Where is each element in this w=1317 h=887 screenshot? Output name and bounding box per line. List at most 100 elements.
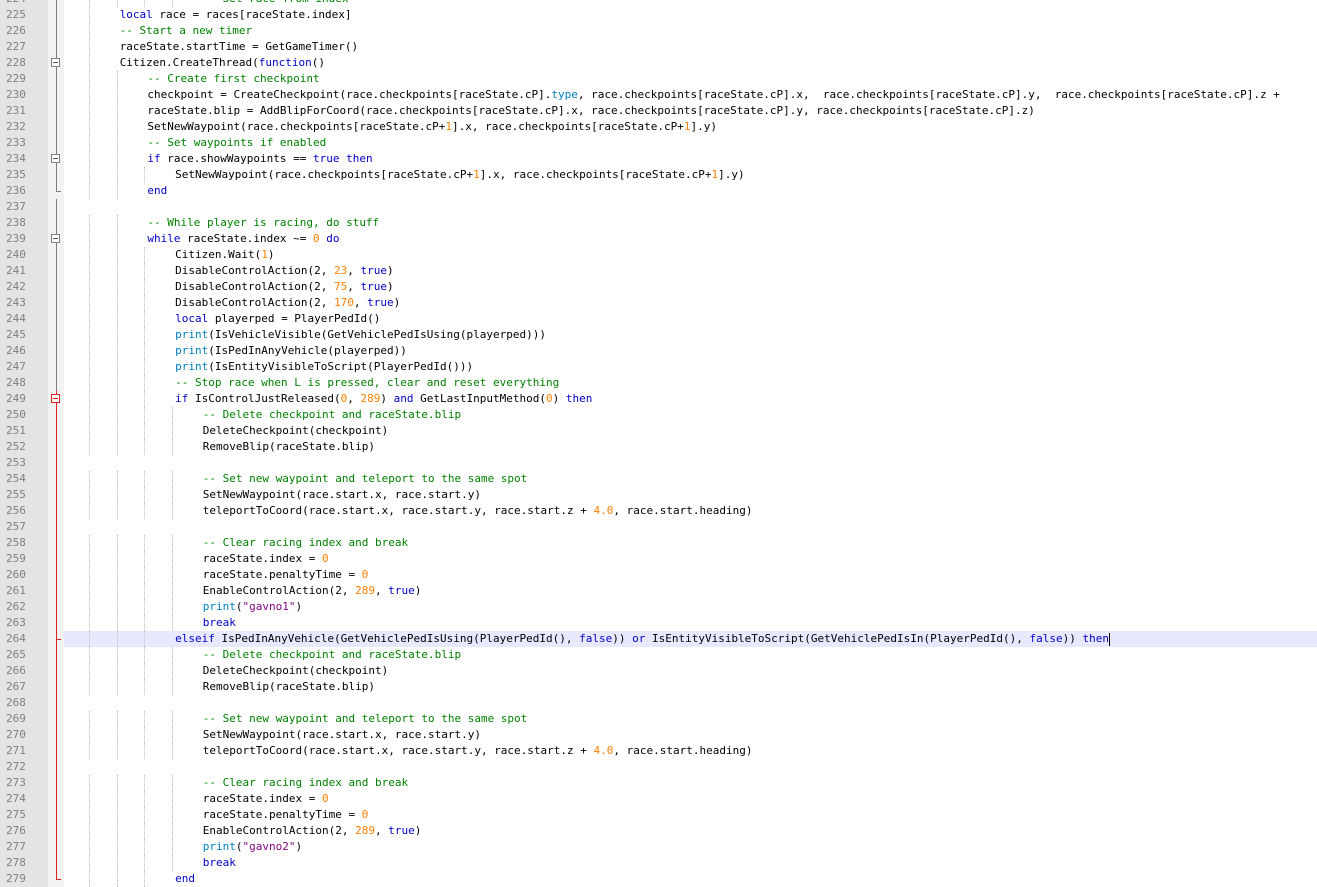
code-text[interactable]: break xyxy=(203,615,236,631)
code-text[interactable]: -- Stop race when L is pressed, clear an… xyxy=(175,375,559,391)
code-text[interactable]: -- Set new waypoint and teleport to the … xyxy=(203,471,528,487)
code-line[interactable]: 271 teleportToCoord(race.start.x, race.st… xyxy=(0,743,1317,759)
code-line[interactable]: 270 SetNewWaypoint(race.start.x, race.sta… xyxy=(0,727,1317,743)
code-area[interactable]: teleportToCoord(race.start.x, race.start… xyxy=(64,743,1317,759)
code-line[interactable]: 277 print("gavno2") xyxy=(0,839,1317,855)
code-area[interactable]: elseif IsPedInAnyVehicle(GetVehiclePedIs… xyxy=(64,631,1317,647)
code-area[interactable] xyxy=(64,199,1317,215)
code-line[interactable]: 240 Citizen.Wait(1) xyxy=(0,247,1317,263)
code-line[interactable]: 263 break xyxy=(0,615,1317,631)
code-text[interactable]: local playerped = PlayerPedId() xyxy=(175,311,380,327)
code-line[interactable]: 230 checkpoint = CreateCheckpoint(race.ch… xyxy=(0,87,1317,103)
code-text[interactable]: -- Set race from index xyxy=(203,0,349,7)
code-line[interactable]: 265 -- Delete checkpoint and raceState.bl… xyxy=(0,647,1317,663)
code-text[interactable]: RemoveBlip(raceState.blip) xyxy=(203,439,375,455)
code-line[interactable]: 231 raceState.blip = AddBlipForCoord(race… xyxy=(0,103,1317,119)
fold-marker[interactable] xyxy=(50,391,64,407)
fold-marker[interactable] xyxy=(50,151,64,167)
code-line[interactable]: 268 xyxy=(0,695,1317,711)
code-line[interactable]: 246 print(IsPedInAnyVehicle(playerped)) xyxy=(0,343,1317,359)
code-text[interactable]: DeleteCheckpoint(checkpoint) xyxy=(203,423,388,439)
code-line[interactable]: 252 RemoveBlip(raceState.blip) xyxy=(0,439,1317,455)
code-text[interactable]: if IsControlJustReleased(0, 289) and Get… xyxy=(175,391,592,407)
code-area[interactable]: end xyxy=(64,183,1317,199)
code-area[interactable]: local race = races[raceState.index] xyxy=(64,7,1317,23)
code-area[interactable]: end xyxy=(64,871,1317,887)
code-area[interactable]: DeleteCheckpoint(checkpoint) xyxy=(64,423,1317,439)
code-area[interactable]: RemoveBlip(raceState.blip) xyxy=(64,439,1317,455)
code-area[interactable]: checkpoint = CreateCheckpoint(race.check… xyxy=(64,87,1317,103)
code-line[interactable]: 254 -- Set new waypoint and teleport to t… xyxy=(0,471,1317,487)
code-area[interactable]: raceState.penaltyTime = 0 xyxy=(64,567,1317,583)
fold-toggle-icon[interactable] xyxy=(51,394,60,403)
code-text[interactable]: raceState.penaltyTime = 0 xyxy=(203,567,369,583)
code-editor[interactable]: 224 -- Set race from index 225 local race =… xyxy=(0,0,1317,887)
code-text[interactable]: DisableControlAction(2, 75, true) xyxy=(175,279,394,295)
code-area[interactable]: if IsControlJustReleased(0, 289) and Get… xyxy=(64,391,1317,407)
code-area[interactable] xyxy=(64,519,1317,535)
code-line[interactable]: 255 SetNewWaypoint(race.start.x, race.sta… xyxy=(0,487,1317,503)
code-line[interactable]: 241 DisableControlAction(2, 23, true) xyxy=(0,263,1317,279)
code-area[interactable]: -- Set race from index xyxy=(64,0,1317,7)
code-line[interactable]: 234 if race.showWaypoints == true then xyxy=(0,151,1317,167)
code-text[interactable]: teleportToCoord(race.start.x, race.start… xyxy=(203,503,753,519)
code-line[interactable]: 256 teleportToCoord(race.start.x, race.st… xyxy=(0,503,1317,519)
code-line[interactable]: 225 local race = races[raceState.index] xyxy=(0,7,1317,23)
code-area[interactable]: EnableControlAction(2, 289, true) xyxy=(64,823,1317,839)
code-text[interactable]: SetNewWaypoint(race.checkpoints[raceStat… xyxy=(147,119,717,135)
code-line[interactable]: 275 raceState.penaltyTime = 0 xyxy=(0,807,1317,823)
code-text[interactable]: DisableControlAction(2, 23, true) xyxy=(175,263,394,279)
code-text[interactable]: end xyxy=(175,871,195,887)
code-area[interactable]: DisableControlAction(2, 170, true) xyxy=(64,295,1317,311)
code-text[interactable]: DisableControlAction(2, 170, true) xyxy=(175,295,400,311)
code-line[interactable]: 235 SetNewWaypoint(race.checkpoints[raceS… xyxy=(0,167,1317,183)
code-text[interactable]: raceState.index = 0 xyxy=(203,551,329,567)
code-text[interactable]: teleportToCoord(race.start.x, race.start… xyxy=(203,743,753,759)
code-text[interactable]: -- Set waypoints if enabled xyxy=(147,135,326,151)
code-text[interactable]: Citizen.CreateThread(function() xyxy=(120,55,325,71)
code-line[interactable]: 253 xyxy=(0,455,1317,471)
code-line[interactable]: 269 -- Set new waypoint and teleport to t… xyxy=(0,711,1317,727)
code-area[interactable]: Citizen.CreateThread(function() xyxy=(64,55,1317,71)
code-area[interactable]: teleportToCoord(race.start.x, race.start… xyxy=(64,503,1317,519)
code-line[interactable]: 228 Citizen.CreateThread(function() xyxy=(0,55,1317,71)
code-line[interactable]: 226 -- Start a new timer xyxy=(0,23,1317,39)
code-text[interactable]: RemoveBlip(raceState.blip) xyxy=(203,679,375,695)
code-text[interactable]: print(IsVehicleVisible(GetVehiclePedIsUs… xyxy=(175,327,546,343)
code-text[interactable]: -- Start a new timer xyxy=(120,23,252,39)
code-text[interactable]: DeleteCheckpoint(checkpoint) xyxy=(203,663,388,679)
code-line[interactable]: 279 end xyxy=(0,871,1317,887)
code-area[interactable]: -- Set new waypoint and teleport to the … xyxy=(64,711,1317,727)
code-line[interactable]: 260 raceState.penaltyTime = 0 xyxy=(0,567,1317,583)
code-text[interactable]: while raceState.index ~= 0 do xyxy=(147,231,339,247)
code-text[interactable]: EnableControlAction(2, 289, true) xyxy=(203,583,422,599)
code-line[interactable]: 247 print(IsEntityVisibleToScript(PlayerP… xyxy=(0,359,1317,375)
code-text[interactable]: break xyxy=(203,855,236,871)
code-text[interactable]: -- Clear racing index and break xyxy=(203,535,408,551)
code-area[interactable]: DisableControlAction(2, 75, true) xyxy=(64,279,1317,295)
code-text[interactable]: EnableControlAction(2, 289, true) xyxy=(203,823,422,839)
code-lines[interactable]: 224 -- Set race from index 225 local race =… xyxy=(0,0,1317,887)
code-text[interactable]: checkpoint = CreateCheckpoint(race.check… xyxy=(147,87,1279,103)
code-text[interactable]: -- While player is racing, do stuff xyxy=(147,215,379,231)
code-text[interactable]: -- Create first checkpoint xyxy=(147,71,319,87)
code-text[interactable]: end xyxy=(147,183,167,199)
code-line[interactable]: 276 EnableControlAction(2, 289, true) xyxy=(0,823,1317,839)
code-line[interactable]: 229 -- Create first checkpoint xyxy=(0,71,1317,87)
fold-marker[interactable] xyxy=(50,231,64,247)
code-text[interactable]: Citizen.Wait(1) xyxy=(175,247,274,263)
code-text[interactable]: raceState.startTime = GetGameTimer() xyxy=(120,39,358,55)
code-line[interactable]: 237 xyxy=(0,199,1317,215)
code-line[interactable]: 266 DeleteCheckpoint(checkpoint) xyxy=(0,663,1317,679)
fold-toggle-icon[interactable] xyxy=(51,58,60,67)
code-area[interactable]: EnableControlAction(2, 289, true) xyxy=(64,583,1317,599)
code-text[interactable]: print(IsPedInAnyVehicle(playerped)) xyxy=(175,343,407,359)
code-area[interactable]: while raceState.index ~= 0 do xyxy=(64,231,1317,247)
code-line[interactable]: 239 while raceState.index ~= 0 do xyxy=(0,231,1317,247)
code-area[interactable]: Citizen.Wait(1) xyxy=(64,247,1317,263)
code-area[interactable]: -- Clear racing index and break xyxy=(64,535,1317,551)
code-area[interactable]: raceState.index = 0 xyxy=(64,791,1317,807)
code-line[interactable]: 273 -- Clear racing index and break xyxy=(0,775,1317,791)
code-text[interactable]: SetNewWaypoint(race.start.x, race.start.… xyxy=(203,487,481,503)
code-area[interactable]: raceState.startTime = GetGameTimer() xyxy=(64,39,1317,55)
